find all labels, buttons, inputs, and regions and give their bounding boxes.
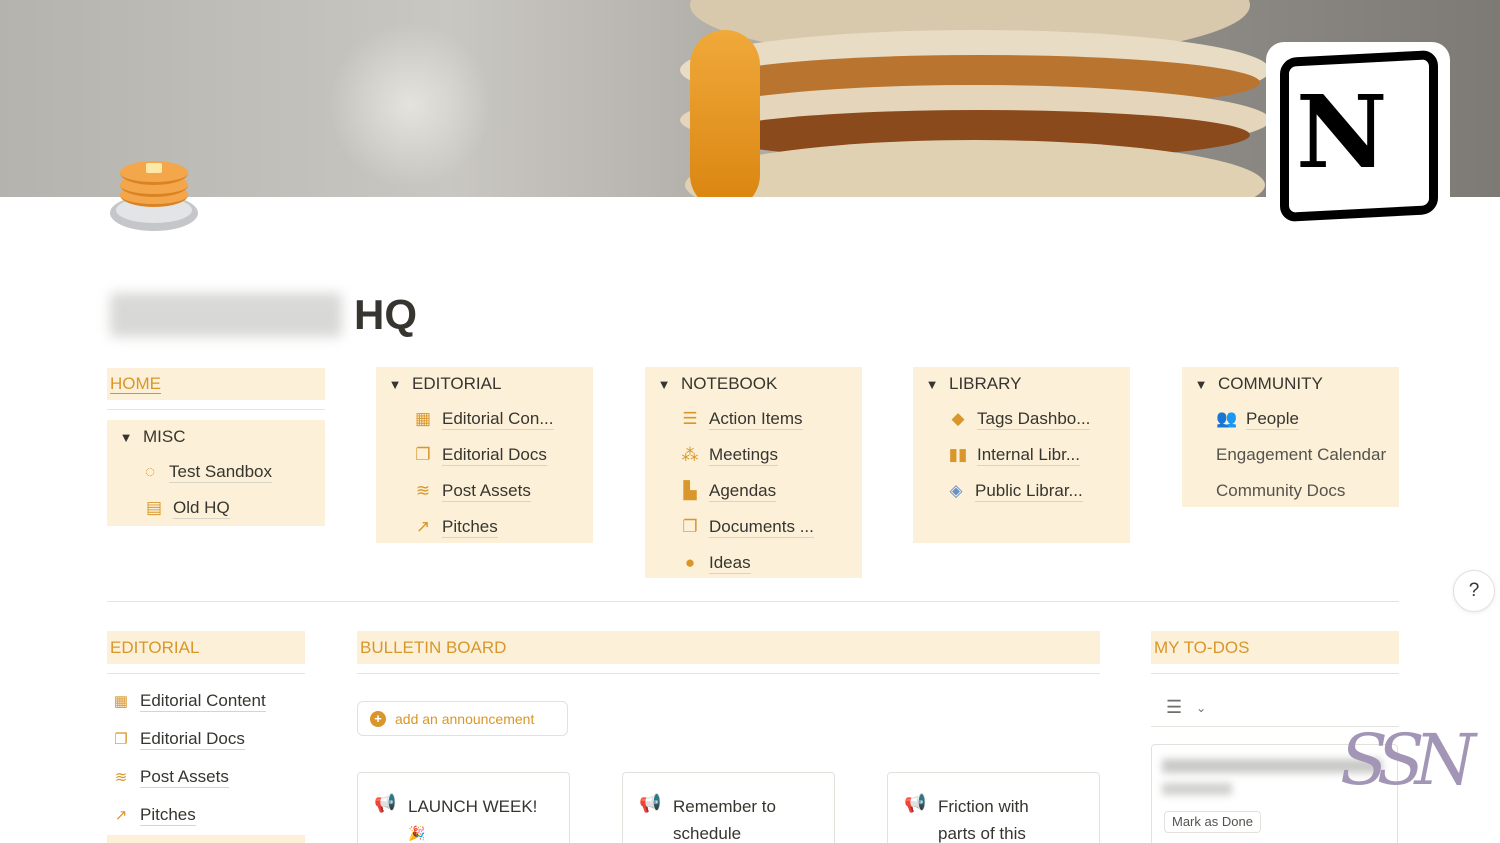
calendar-icon: ▦: [414, 409, 432, 428]
toggle-triangle-icon[interactable]: ▼: [115, 430, 137, 445]
books-icon: ◈: [949, 481, 963, 500]
list-view-icon[interactable]: ☰: [1166, 697, 1182, 718]
page-title[interactable]: HQ: [110, 287, 417, 343]
pitch-arrow-icon: ↗: [415, 517, 431, 536]
megaphone-icon: 📢: [639, 793, 662, 813]
editorial-label: EDITORIAL: [412, 374, 502, 393]
toggle-triangle-icon[interactable]: ▼: [653, 377, 675, 392]
notebook-label: NOTEBOOK: [681, 374, 778, 393]
megaphone-icon: 📢: [904, 793, 927, 813]
community-label: COMMUNITY: [1218, 374, 1323, 393]
nav-item-ideas[interactable]: ● Ideas: [645, 545, 862, 581]
editorial-link-pitches[interactable]: ↗ Pitches: [110, 802, 196, 828]
nav-item-post-assets[interactable]: ≋ Post Assets: [376, 473, 593, 509]
mark-as-done-button[interactable]: Mark as Done: [1164, 811, 1261, 833]
nav-item-public-library[interactable]: ◈ Public Librar...: [913, 473, 1130, 509]
nav-item-meetings[interactable]: ⁂ Meetings: [645, 437, 862, 473]
toggle-triangle-icon[interactable]: ▼: [384, 377, 406, 392]
nav-item-editorial-content[interactable]: ▦ Editorial Con...: [376, 401, 593, 437]
editorial-toggle-block: ▼ EDITORIAL ▦ Editorial Con... ❐ Editori…: [376, 367, 593, 543]
calendar-link-icon: ▦: [113, 693, 129, 710]
editorial-next-block: [107, 835, 305, 843]
misc-toggle[interactable]: ▼ MISC: [107, 420, 325, 454]
ssn-watermark-logo: SSN: [1340, 719, 1476, 801]
announcement-card[interactable]: 📢 Friction with parts of this: [887, 772, 1100, 843]
plus-circle-icon: +: [370, 710, 386, 727]
nav-item-action-items[interactable]: ☰ Action Items: [645, 401, 862, 437]
lightbulb-icon: ●: [684, 553, 696, 572]
documents-icon: ❐: [415, 445, 431, 464]
pancake-stack-image: [670, 0, 1270, 197]
nav-item-pitches[interactable]: ↗ Pitches: [376, 509, 593, 545]
nav-item-agendas[interactable]: ▙ Agendas: [645, 473, 862, 509]
open-book-icon: ▮▮: [948, 445, 968, 464]
misc-toggle-block: ▼ MISC ◌ Test Sandbox ▤ Old HQ: [107, 420, 325, 526]
library-toggle-block: ▼ LIBRARY ◆ Tags Dashbo... ▮▮ Internal L…: [913, 367, 1130, 543]
view-selector[interactable]: ☰ ⌄: [1166, 697, 1206, 718]
my-todos-header: MY TO-DOS: [1151, 631, 1399, 664]
nav-item-internal-library[interactable]: ▮▮ Internal Libr...: [913, 437, 1130, 473]
help-button[interactable]: ?: [1453, 570, 1495, 612]
page-title-suffix: HQ: [354, 291, 417, 338]
bulletin-board-header: BULLETIN BOARD: [357, 631, 1100, 664]
document-icon: ▙: [683, 481, 697, 500]
archive-box-icon: ▤: [145, 498, 163, 517]
editorial-link-docs[interactable]: ❐ Editorial Docs: [110, 726, 245, 752]
library-label: LIBRARY: [949, 374, 1022, 393]
editorial-toggle[interactable]: ▼ EDITORIAL: [376, 367, 593, 401]
nav-home-header[interactable]: HOME: [107, 368, 325, 400]
editorial-link-content[interactable]: ▦ Editorial Content: [110, 688, 266, 714]
community-toggle-block: ▼ COMMUNITY 👥 People Engagement Calendar…: [1182, 367, 1399, 507]
misc-label: MISC: [143, 427, 186, 446]
redacted-todo-meta: [1162, 783, 1232, 795]
nav-item-tags-dashboard[interactable]: ◆ Tags Dashbo...: [913, 401, 1130, 437]
nav-home-label[interactable]: HOME: [110, 374, 161, 394]
notebook-toggle[interactable]: ▼ NOTEBOOK: [645, 367, 862, 401]
nav-item-editorial-docs[interactable]: ❐ Editorial Docs: [376, 437, 593, 473]
editorial-link-post-assets[interactable]: ≋ Post Assets: [110, 764, 229, 790]
documents-icon: ❐: [682, 517, 698, 536]
database-link-icon: ≋: [114, 769, 128, 786]
toggle-triangle-icon[interactable]: ▼: [921, 377, 943, 392]
chevron-down-icon[interactable]: ⌄: [1196, 701, 1206, 715]
section-divider: [107, 601, 1399, 602]
nav-item-engagement-calendar[interactable]: Engagement Calendar: [1182, 437, 1399, 473]
nav-item-community-docs[interactable]: Community Docs: [1182, 473, 1399, 509]
library-toggle[interactable]: ▼ LIBRARY: [913, 367, 1130, 401]
dashed-circle-icon: ◌: [144, 462, 156, 481]
toggle-triangle-icon[interactable]: ▼: [1190, 377, 1212, 392]
nav-item-test-sandbox[interactable]: ◌ Test Sandbox: [107, 454, 325, 490]
checklist-icon: ☰: [682, 409, 698, 428]
database-icon: ≋: [415, 481, 431, 500]
pancake-icon[interactable]: [110, 155, 200, 235]
notebook-toggle-block: ▼ NOTEBOOK ☰ Action Items ⁂ Meetings ▙ A…: [645, 367, 862, 578]
megaphone-icon: 📢: [374, 793, 397, 813]
pitch-link-icon: ↗: [114, 807, 128, 824]
notion-logo-icon: N: [1266, 42, 1450, 226]
nav-item-people[interactable]: 👥 People: [1182, 401, 1399, 437]
announcement-card[interactable]: 📢 LAUNCH WEEK! 🎉: [357, 772, 570, 843]
people-row-icon: ⁂: [681, 445, 699, 464]
community-toggle[interactable]: ▼ COMMUNITY: [1182, 367, 1399, 401]
nav-item-old-hq[interactable]: ▤ Old HQ: [107, 490, 325, 526]
editorial-section-header: EDITORIAL: [107, 631, 305, 664]
add-announcement-button[interactable]: + add an announcement: [357, 701, 568, 736]
tag-icon: ◆: [951, 409, 965, 428]
redacted-title-text: [110, 293, 342, 337]
announcement-card[interactable]: 📢 Remember to schedule: [622, 772, 835, 843]
nav-item-documents[interactable]: ❐ Documents ...: [645, 509, 862, 545]
people-icon: 👥: [1216, 409, 1238, 428]
documents-link-icon: ❐: [114, 731, 128, 748]
